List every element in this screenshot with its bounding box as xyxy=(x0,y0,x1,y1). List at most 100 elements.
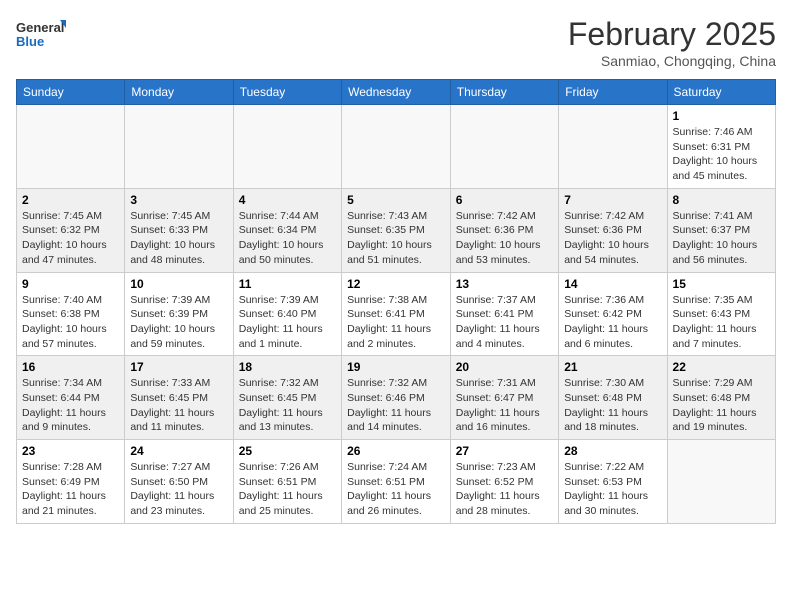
day-info: Sunrise: 7:40 AM Sunset: 6:38 PM Dayligh… xyxy=(22,293,119,352)
calendar-cell: 17 Sunrise: 7:33 AM Sunset: 6:45 PM Dayli… xyxy=(125,356,233,440)
calendar-cell: 21 Sunrise: 7:30 AM Sunset: 6:48 PM Dayli… xyxy=(559,356,667,440)
day-number: 10 xyxy=(130,277,227,291)
day-info: Sunrise: 7:37 AM Sunset: 6:41 PM Dayligh… xyxy=(456,293,553,352)
day-number: 25 xyxy=(239,444,336,458)
day-info: Sunrise: 7:33 AM Sunset: 6:45 PM Dayligh… xyxy=(130,376,227,435)
calendar-cell: 25 Sunrise: 7:26 AM Sunset: 6:51 PM Dayli… xyxy=(233,440,341,524)
day-number: 5 xyxy=(347,193,445,207)
calendar-cell: 1Sunrise: 7:46 AM Sunset: 6:31 PM Daylig… xyxy=(667,105,775,189)
calendar-cell: 12 Sunrise: 7:38 AM Sunset: 6:41 PM Dayli… xyxy=(342,272,451,356)
day-number: 17 xyxy=(130,360,227,374)
day-info: Sunrise: 7:44 AM Sunset: 6:34 PM Dayligh… xyxy=(239,209,336,268)
weekday-header-sunday: Sunday xyxy=(17,80,125,105)
calendar-cell: 3 Sunrise: 7:45 AM Sunset: 6:33 PM Daylig… xyxy=(125,188,233,272)
day-number: 20 xyxy=(456,360,553,374)
calendar-cell: 26Sunrise: 7:24 AM Sunset: 6:51 PM Dayli… xyxy=(342,440,451,524)
day-info: Sunrise: 7:22 AM Sunset: 6:53 PM Dayligh… xyxy=(564,460,661,519)
location: Sanmiao, Chongqing, China xyxy=(568,53,776,69)
day-info: Sunrise: 7:42 AM Sunset: 6:36 PM Dayligh… xyxy=(564,209,661,268)
logo: General Blue xyxy=(16,16,66,52)
calendar-cell: 28 Sunrise: 7:22 AM Sunset: 6:53 PM Dayli… xyxy=(559,440,667,524)
calendar-cell: 10 Sunrise: 7:39 AM Sunset: 6:39 PM Dayli… xyxy=(125,272,233,356)
title-block: February 2025 Sanmiao, Chongqing, China xyxy=(568,16,776,69)
day-info: Sunrise: 7:46 AM Sunset: 6:31 PM Dayligh… xyxy=(673,125,770,184)
week-row-5: 23 Sunrise: 7:28 AM Sunset: 6:49 PM Dayli… xyxy=(17,440,776,524)
svg-text:General: General xyxy=(16,20,64,35)
calendar-cell xyxy=(17,105,125,189)
calendar-cell: 18 Sunrise: 7:32 AM Sunset: 6:45 PM Dayli… xyxy=(233,356,341,440)
day-number: 16 xyxy=(22,360,119,374)
day-number: 11 xyxy=(239,277,336,291)
day-info: Sunrise: 7:27 AM Sunset: 6:50 PM Dayligh… xyxy=(130,460,227,519)
svg-text:Blue: Blue xyxy=(16,34,44,49)
week-row-2: 2 Sunrise: 7:45 AM Sunset: 6:32 PM Daylig… xyxy=(17,188,776,272)
calendar-cell: 16 Sunrise: 7:34 AM Sunset: 6:44 PM Dayli… xyxy=(17,356,125,440)
day-info: Sunrise: 7:35 AM Sunset: 6:43 PM Dayligh… xyxy=(673,293,770,352)
day-number: 19 xyxy=(347,360,445,374)
day-number: 28 xyxy=(564,444,661,458)
week-row-1: 1Sunrise: 7:46 AM Sunset: 6:31 PM Daylig… xyxy=(17,105,776,189)
weekday-header-saturday: Saturday xyxy=(667,80,775,105)
calendar-cell: 15 Sunrise: 7:35 AM Sunset: 6:43 PM Dayli… xyxy=(667,272,775,356)
day-number: 13 xyxy=(456,277,553,291)
calendar-cell xyxy=(667,440,775,524)
day-number: 15 xyxy=(673,277,770,291)
day-info: Sunrise: 7:45 AM Sunset: 6:32 PM Dayligh… xyxy=(22,209,119,268)
calendar-cell: 27 Sunrise: 7:23 AM Sunset: 6:52 PM Dayli… xyxy=(450,440,558,524)
calendar-cell: 23 Sunrise: 7:28 AM Sunset: 6:49 PM Dayli… xyxy=(17,440,125,524)
calendar-cell: 14Sunrise: 7:36 AM Sunset: 6:42 PM Dayli… xyxy=(559,272,667,356)
day-info: Sunrise: 7:29 AM Sunset: 6:48 PM Dayligh… xyxy=(673,376,770,435)
calendar-cell: 9 Sunrise: 7:40 AM Sunset: 6:38 PM Daylig… xyxy=(17,272,125,356)
day-number: 6 xyxy=(456,193,553,207)
calendar-cell xyxy=(559,105,667,189)
calendar-cell xyxy=(342,105,451,189)
day-info: Sunrise: 7:42 AM Sunset: 6:36 PM Dayligh… xyxy=(456,209,553,268)
day-number: 18 xyxy=(239,360,336,374)
weekday-header-friday: Friday xyxy=(559,80,667,105)
calendar-cell xyxy=(233,105,341,189)
day-number: 4 xyxy=(239,193,336,207)
day-info: Sunrise: 7:38 AM Sunset: 6:41 PM Dayligh… xyxy=(347,293,445,352)
day-number: 27 xyxy=(456,444,553,458)
day-number: 3 xyxy=(130,193,227,207)
week-row-3: 9 Sunrise: 7:40 AM Sunset: 6:38 PM Daylig… xyxy=(17,272,776,356)
day-number: 2 xyxy=(22,193,119,207)
day-number: 26 xyxy=(347,444,445,458)
day-number: 21 xyxy=(564,360,661,374)
calendar-cell xyxy=(450,105,558,189)
day-info: Sunrise: 7:31 AM Sunset: 6:47 PM Dayligh… xyxy=(456,376,553,435)
calendar-cell: 24 Sunrise: 7:27 AM Sunset: 6:50 PM Dayli… xyxy=(125,440,233,524)
day-info: Sunrise: 7:39 AM Sunset: 6:39 PM Dayligh… xyxy=(130,293,227,352)
day-info: Sunrise: 7:34 AM Sunset: 6:44 PM Dayligh… xyxy=(22,376,119,435)
day-info: Sunrise: 7:32 AM Sunset: 6:45 PM Dayligh… xyxy=(239,376,336,435)
calendar-cell: 7 Sunrise: 7:42 AM Sunset: 6:36 PM Daylig… xyxy=(559,188,667,272)
day-info: Sunrise: 7:43 AM Sunset: 6:35 PM Dayligh… xyxy=(347,209,445,268)
day-number: 9 xyxy=(22,277,119,291)
day-number: 24 xyxy=(130,444,227,458)
day-info: Sunrise: 7:30 AM Sunset: 6:48 PM Dayligh… xyxy=(564,376,661,435)
day-number: 7 xyxy=(564,193,661,207)
calendar-table: SundayMondayTuesdayWednesdayThursdayFrid… xyxy=(16,79,776,524)
calendar-cell: 22 Sunrise: 7:29 AM Sunset: 6:48 PM Dayli… xyxy=(667,356,775,440)
calendar-cell: 20 Sunrise: 7:31 AM Sunset: 6:47 PM Dayli… xyxy=(450,356,558,440)
day-info: Sunrise: 7:26 AM Sunset: 6:51 PM Dayligh… xyxy=(239,460,336,519)
calendar-cell: 8Sunrise: 7:41 AM Sunset: 6:37 PM Daylig… xyxy=(667,188,775,272)
calendar-cell: 19 Sunrise: 7:32 AM Sunset: 6:46 PM Dayli… xyxy=(342,356,451,440)
page-header: General Blue February 2025 Sanmiao, Chon… xyxy=(16,16,776,69)
weekday-header-row: SundayMondayTuesdayWednesdayThursdayFrid… xyxy=(17,80,776,105)
calendar-cell: 2 Sunrise: 7:45 AM Sunset: 6:32 PM Daylig… xyxy=(17,188,125,272)
day-info: Sunrise: 7:23 AM Sunset: 6:52 PM Dayligh… xyxy=(456,460,553,519)
day-number: 22 xyxy=(673,360,770,374)
day-number: 23 xyxy=(22,444,119,458)
day-number: 12 xyxy=(347,277,445,291)
logo-svg: General Blue xyxy=(16,16,66,52)
day-number: 8 xyxy=(673,193,770,207)
day-info: Sunrise: 7:28 AM Sunset: 6:49 PM Dayligh… xyxy=(22,460,119,519)
day-info: Sunrise: 7:45 AM Sunset: 6:33 PM Dayligh… xyxy=(130,209,227,268)
day-number: 14 xyxy=(564,277,661,291)
calendar-cell xyxy=(125,105,233,189)
day-info: Sunrise: 7:32 AM Sunset: 6:46 PM Dayligh… xyxy=(347,376,445,435)
calendar-cell: 6 Sunrise: 7:42 AM Sunset: 6:36 PM Daylig… xyxy=(450,188,558,272)
calendar-cell: 13 Sunrise: 7:37 AM Sunset: 6:41 PM Dayli… xyxy=(450,272,558,356)
weekday-header-wednesday: Wednesday xyxy=(342,80,451,105)
